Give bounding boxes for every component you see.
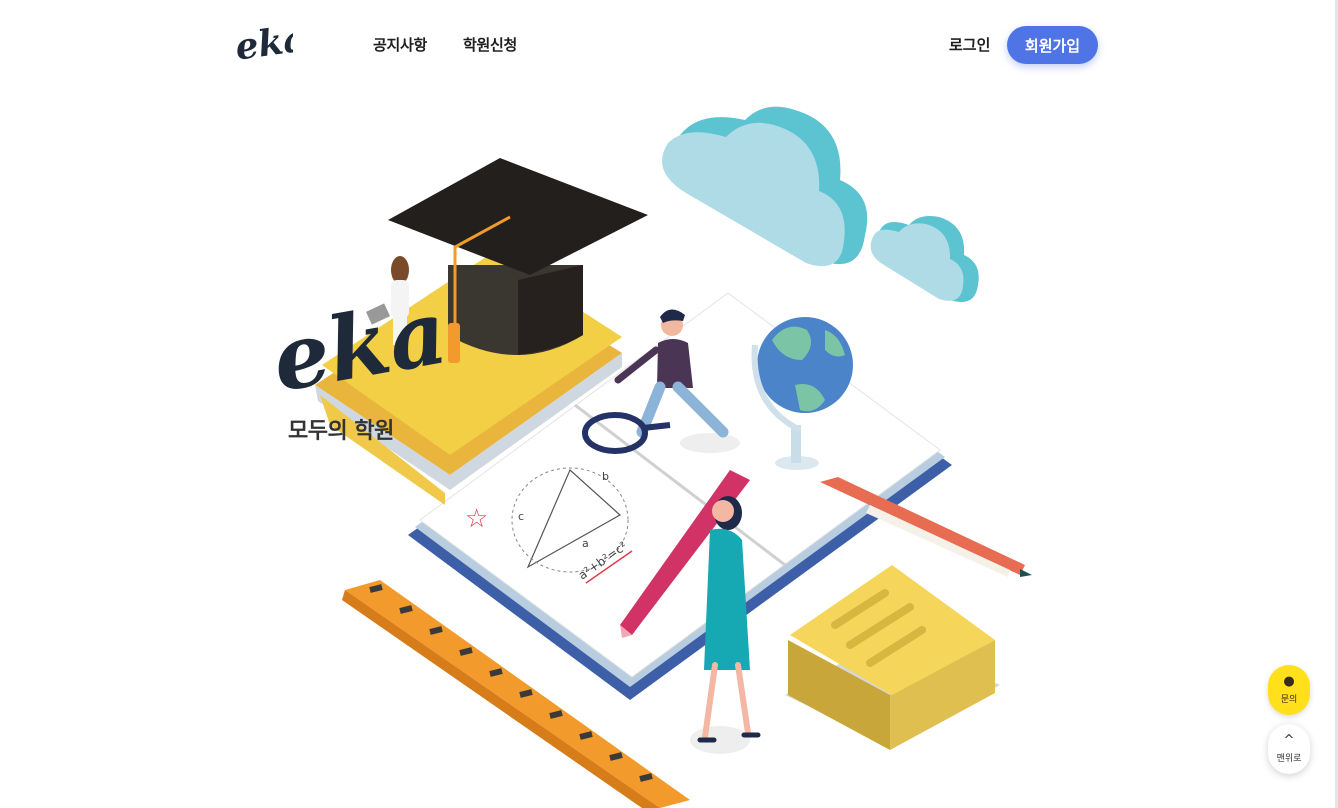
- chevron-up-icon: ^: [1283, 733, 1295, 748]
- eka-logo[interactable]: eka: [233, 12, 293, 70]
- chat-bubble-icon: ●: [1283, 674, 1295, 689]
- hero-subtitle: 모두의 학원: [288, 419, 394, 444]
- scroll-top-button[interactable]: ^ 맨위로: [1268, 724, 1310, 774]
- inquiry-button[interactable]: ● 문의: [1268, 665, 1310, 715]
- scroll-top-label: 맨위로: [1276, 754, 1302, 764]
- signup-button[interactable]: 회원가입: [1007, 26, 1098, 64]
- inquiry-label: 문의: [1280, 695, 1298, 705]
- logo-text: eka: [233, 17, 293, 68]
- cloud-large: [662, 106, 868, 267]
- hero-scene: c b a a²+b²=c² ☆ eka: [265, 106, 1032, 808]
- cloud-small: [870, 216, 979, 303]
- nav-notice-link[interactable]: 공지사항: [373, 34, 427, 55]
- hero-illustration: c b a a²+b²=c² ☆ eka: [260, 95, 1040, 808]
- triangle-label-a: a: [582, 537, 589, 550]
- sticky-notes: [785, 565, 1000, 750]
- star-doodle: ☆: [465, 504, 488, 534]
- login-link[interactable]: 로그인: [949, 34, 990, 55]
- triangle-label-b: b: [602, 470, 609, 483]
- nav-apply-link[interactable]: 학원신청: [463, 34, 517, 55]
- triangle-label-c: c: [518, 510, 524, 523]
